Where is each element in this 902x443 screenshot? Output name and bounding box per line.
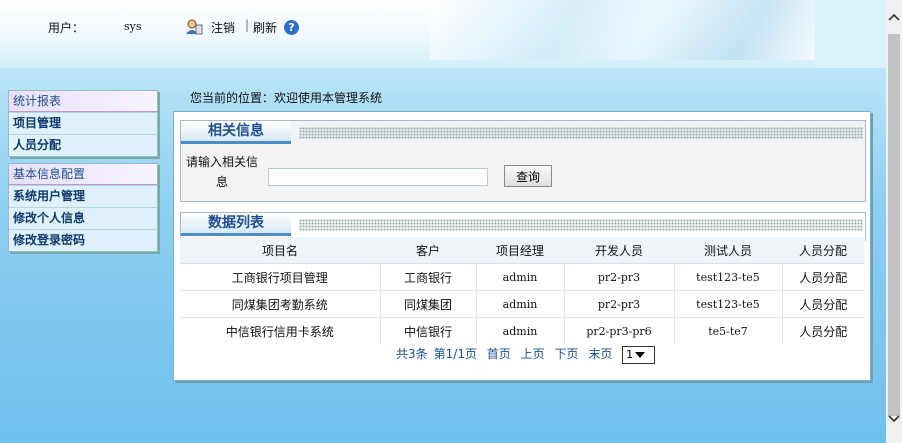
table-row: 中信银行信用卡系统 中信银行 admin pr2-pr3-pr6 te5-te7… xyxy=(180,317,864,344)
search-input[interactable] xyxy=(268,168,488,186)
page-select-value: 1 xyxy=(626,347,634,361)
header-right-area xyxy=(815,0,886,68)
cell-manager: admin xyxy=(476,263,565,291)
cell-manager: admin xyxy=(476,290,565,318)
cell-customer: 同煤集团 xyxy=(380,290,477,318)
query-button[interactable]: 查询 xyxy=(504,165,552,187)
menu-head-reports[interactable]: 统计报表 xyxy=(9,91,157,112)
cell-developers: pr2-pr3 xyxy=(564,290,675,318)
assign-staff-link[interactable]: 人员分配 xyxy=(782,317,864,344)
cell-developers: pr2-pr3-pr6 xyxy=(564,317,675,344)
search-label: 请输入相关信 息 xyxy=(182,152,262,192)
scroll-down-icon[interactable] xyxy=(887,414,901,428)
cell-project-name: 同煤集团考勤系统 xyxy=(180,290,381,318)
pager-next-link[interactable]: 下页 xyxy=(554,347,578,361)
column-header: 项目经理 xyxy=(476,237,564,264)
search-section: 相关信息 xyxy=(180,120,866,202)
table-row: 工商银行项目管理 工商银行 admin pr2-pr3 test123-te5 … xyxy=(180,263,864,291)
page-select[interactable]: 1 xyxy=(622,345,656,364)
search-section-title: 相关信息 xyxy=(181,121,291,144)
table-header-row: 项目名 客户 项目经理 开发人员 测试人员 人员分配 xyxy=(180,237,864,264)
section-dots-decoration xyxy=(299,127,863,139)
sidebar-item-change-password[interactable]: 修改登录密码 xyxy=(9,229,157,251)
column-header: 人员分配 xyxy=(782,237,864,264)
menu-group-reports: 统计报表 项目管理 人员分配 xyxy=(8,90,158,157)
scroll-thumb[interactable] xyxy=(888,34,900,416)
main-panel: 相关信息 请输入相关信 息 查询 数据列表 项目名 客户 项目经理 开发人员 测… xyxy=(173,111,871,381)
pager-first-link[interactable]: 首页 xyxy=(487,347,511,361)
pager-page-info: 第1/1页 xyxy=(433,347,477,361)
header-cloud-decoration xyxy=(430,0,820,60)
vertical-scrollbar[interactable] xyxy=(886,0,902,443)
table-row: 同煤集团考勤系统 同煤集团 admin pr2-pr3 test123-te5 … xyxy=(180,290,864,318)
cell-manager: admin xyxy=(476,317,565,344)
search-label-line1: 请输入相关信 xyxy=(185,155,258,169)
header-banner: 用户： sys 注销 | 刷新 ? xyxy=(0,0,886,68)
user-icon xyxy=(185,19,203,35)
column-header: 客户 xyxy=(380,237,476,264)
cell-testers: test123-te5 xyxy=(674,290,783,318)
pager-last-link[interactable]: 末页 xyxy=(588,347,612,361)
cell-customer: 工商银行 xyxy=(380,263,477,291)
user-value: sys xyxy=(124,20,142,33)
sidebar-item-staff-assignment[interactable]: 人员分配 xyxy=(9,134,157,156)
sidebar-item-edit-profile[interactable]: 修改个人信息 xyxy=(9,207,157,229)
cell-customer: 中信银行 xyxy=(380,317,477,344)
cell-project-name: 中信银行信用卡系统 xyxy=(180,317,381,344)
data-table: 项目名 客户 项目经理 开发人员 测试人员 人员分配 工商银行项目管理 工商银行… xyxy=(180,237,864,344)
sidebar: 统计报表 项目管理 人员分配 基本信息配置 系统用户管理 修改个人信息 修改登录… xyxy=(8,90,158,258)
chevron-down-icon xyxy=(635,351,646,358)
sidebar-item-project-management[interactable]: 项目管理 xyxy=(9,112,157,134)
search-label-line2: 息 xyxy=(215,175,228,189)
cell-developers: pr2-pr3 xyxy=(564,263,675,291)
cell-project-name: 工商银行项目管理 xyxy=(180,263,381,291)
pagination: 共3条 第1/1页 首页 上页 下页 末页 1 xyxy=(396,345,661,364)
menu-group-basic-config: 基本信息配置 系统用户管理 修改个人信息 修改登录密码 xyxy=(8,163,158,252)
assign-staff-link[interactable]: 人员分配 xyxy=(782,263,864,291)
cell-testers: test123-te5 xyxy=(674,263,783,291)
column-header: 开发人员 xyxy=(564,237,674,264)
list-section-title: 数据列表 xyxy=(181,213,291,236)
pager-total: 共3条 xyxy=(396,347,428,361)
header-separator: | xyxy=(245,18,250,32)
scroll-up-icon[interactable] xyxy=(887,12,901,26)
logout-link[interactable]: 注销 xyxy=(211,19,235,36)
refresh-link[interactable]: 刷新 xyxy=(253,19,277,36)
help-icon[interactable]: ? xyxy=(284,20,299,35)
menu-head-basic-config[interactable]: 基本信息配置 xyxy=(9,164,157,185)
column-header: 测试人员 xyxy=(674,237,782,264)
cell-testers: te5-te7 xyxy=(674,317,783,344)
user-label: 用户： xyxy=(48,21,85,35)
section-dots-decoration xyxy=(299,219,863,231)
assign-staff-link[interactable]: 人员分配 xyxy=(782,290,864,318)
sidebar-item-system-users[interactable]: 系统用户管理 xyxy=(9,185,157,207)
column-header: 项目名 xyxy=(180,237,380,264)
pager-prev-link[interactable]: 上页 xyxy=(521,347,545,361)
breadcrumb: 您当前的位置：欢迎使用本管理系统 xyxy=(190,91,383,105)
